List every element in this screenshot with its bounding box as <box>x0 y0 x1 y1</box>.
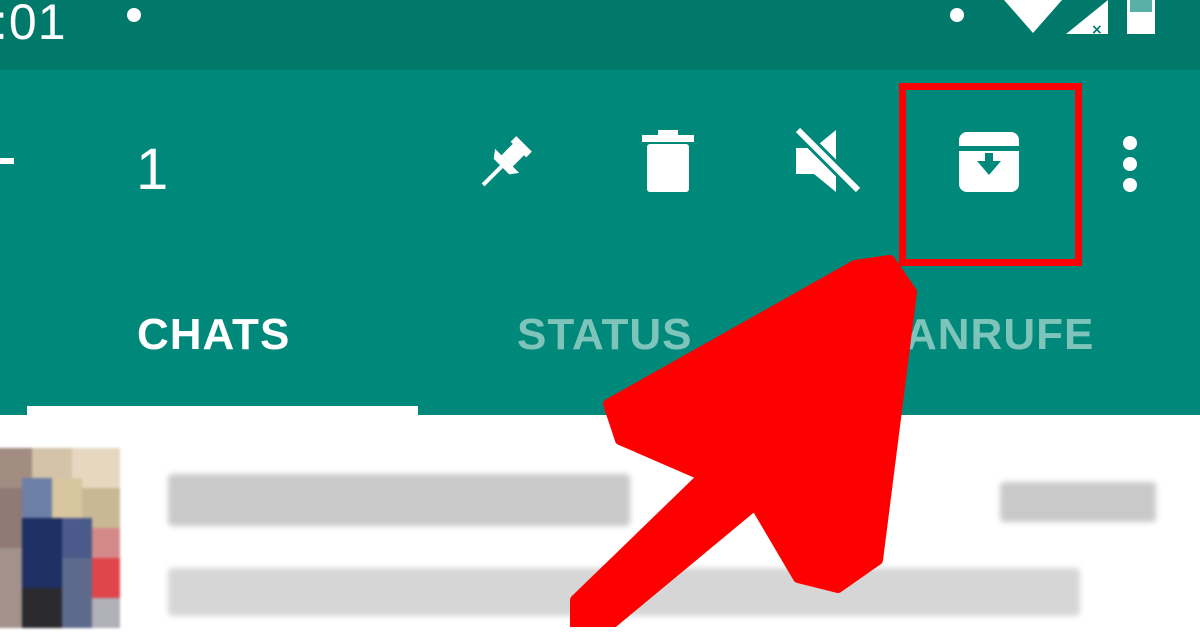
annotation-arrow-icon <box>570 255 917 627</box>
